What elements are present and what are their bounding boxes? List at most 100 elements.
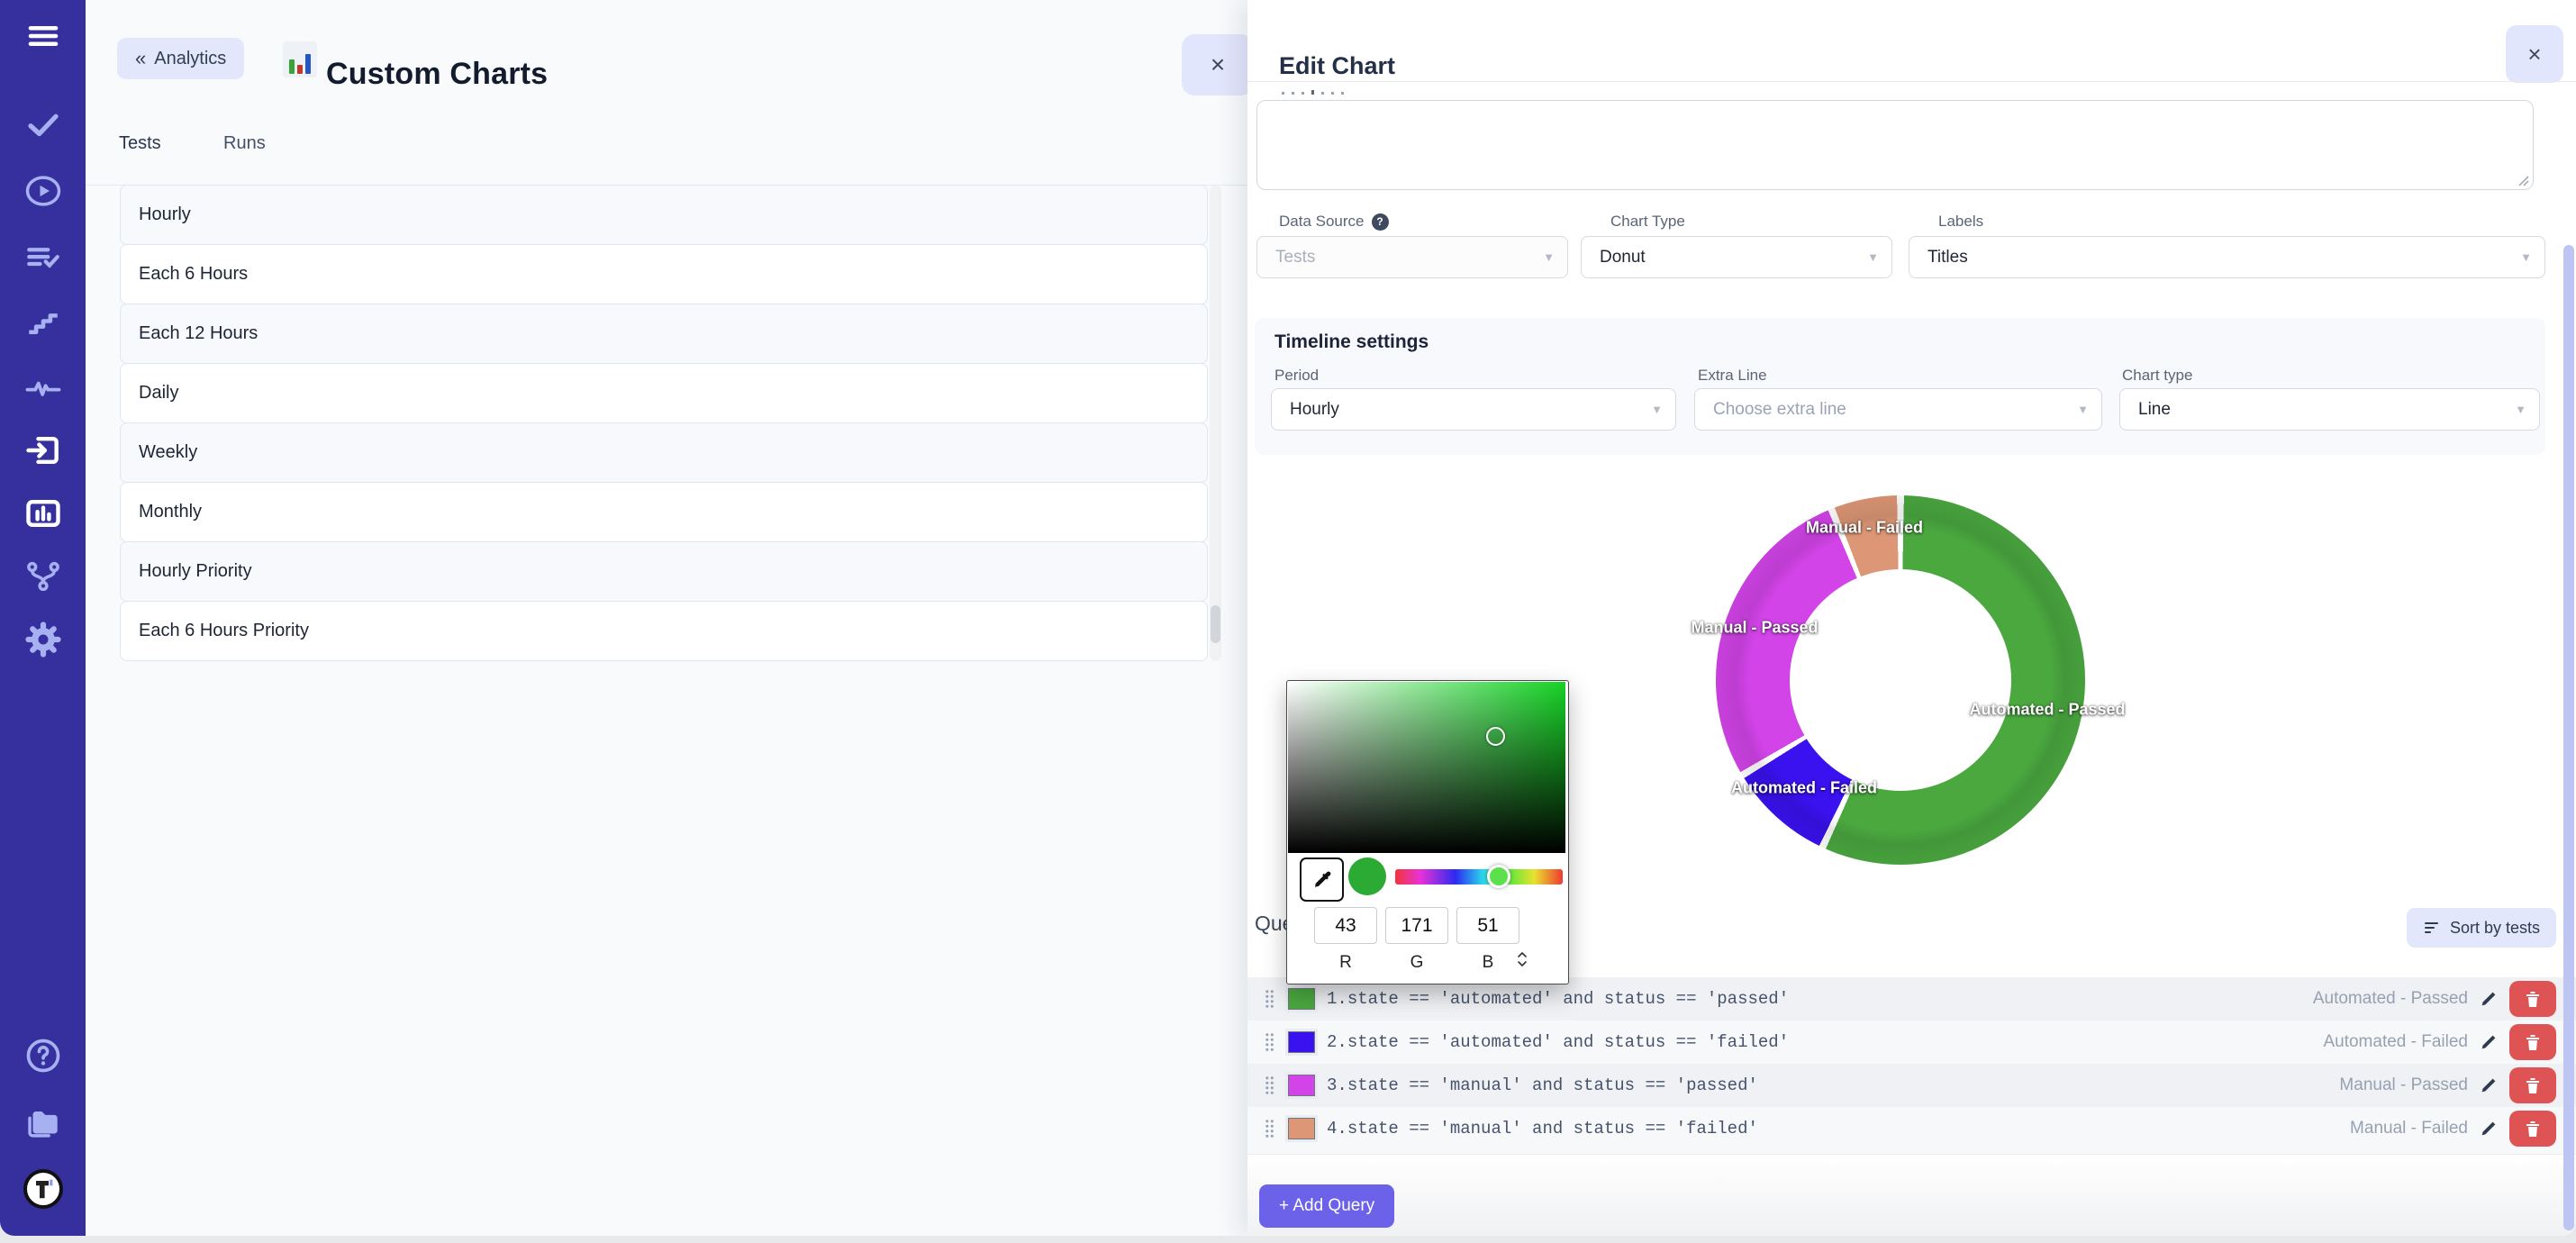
sidebar-item-import[interactable] xyxy=(0,425,86,476)
donut-label-automated-passed: Automated - Passed xyxy=(1969,701,2125,720)
timeline-chart-type-select[interactable]: Line▼ xyxy=(2119,388,2540,431)
chart-title-textarea[interactable] xyxy=(1256,100,2534,190)
edit-query-button[interactable] xyxy=(2479,989,2499,1009)
tab-runs[interactable]: Runs xyxy=(223,133,266,154)
query-expression[interactable]: 1.state == 'automated' and status == 'pa… xyxy=(1327,989,1789,1009)
sidebar-item-help[interactable] xyxy=(0,1030,86,1081)
blue-input[interactable] xyxy=(1456,907,1519,944)
pencil-icon xyxy=(2479,1119,2499,1139)
menu-icon[interactable] xyxy=(0,0,86,72)
select-value: Titles xyxy=(1927,248,1968,268)
hue-slider-thumb[interactable] xyxy=(1487,865,1510,888)
panel-scrollbar-thumb[interactable] xyxy=(2563,245,2574,1230)
pencil-icon xyxy=(2479,1032,2499,1052)
list-item[interactable]: Weekly xyxy=(120,422,1208,483)
query-expression[interactable]: 2.state == 'automated' and status == 'fa… xyxy=(1327,1032,1789,1052)
query-color-swatch[interactable] xyxy=(1285,1115,1318,1142)
query-color-swatch[interactable] xyxy=(1285,1029,1318,1056)
extra-line-select[interactable]: Choose extra line▼ xyxy=(1694,388,2102,431)
query-color-swatch[interactable] xyxy=(1285,1072,1318,1099)
back-to-analytics-button[interactable]: « Analytics xyxy=(117,38,244,79)
sidebar-item-projects[interactable] xyxy=(0,1099,86,1149)
timeline-chart-type-label: Chart type xyxy=(2122,367,2192,385)
list-check-icon xyxy=(24,239,62,277)
saturation-cursor[interactable] xyxy=(1486,727,1505,746)
blue-label: B xyxy=(1456,953,1519,973)
period-label: Period xyxy=(1274,367,1319,385)
timeline-settings-heading: Timeline settings xyxy=(1274,331,1429,353)
green-input[interactable] xyxy=(1385,907,1448,944)
sidebar-item-branches[interactable] xyxy=(0,551,86,602)
list-item-label: Weekly xyxy=(139,442,197,463)
chart-type-select[interactable]: Donut ▼ xyxy=(1581,236,1892,278)
list-scrollbar-track[interactable] xyxy=(1210,186,1221,661)
help-icon[interactable]: ? xyxy=(1372,213,1389,231)
tab-tests[interactable]: Tests xyxy=(119,133,161,154)
list-item[interactable]: Daily xyxy=(120,363,1208,423)
header-divider xyxy=(1247,81,2576,82)
list-item[interactable]: Hourly Priority xyxy=(120,541,1208,602)
edit-query-button[interactable] xyxy=(2479,1075,2499,1095)
list-item[interactable]: Each 6 Hours xyxy=(120,244,1208,304)
add-query-button[interactable]: + Add Query xyxy=(1259,1184,1394,1228)
drag-handle-icon[interactable] xyxy=(1262,989,1276,1009)
edit-query-button[interactable] xyxy=(2479,1032,2499,1052)
list-item[interactable]: Hourly xyxy=(120,185,1208,245)
color-picker-popup: R G B xyxy=(1286,680,1569,984)
donut-chart-container: Manual - Failed Manual - Passed Automate… xyxy=(1716,495,2085,865)
select-value: Hourly xyxy=(1290,400,1339,420)
saturation-area[interactable] xyxy=(1288,682,1565,853)
folder-icon xyxy=(23,1103,64,1145)
timeline-settings-card: Timeline settings Period Extra Line Char… xyxy=(1255,318,2545,455)
trash-icon xyxy=(2525,1076,2541,1094)
red-input[interactable] xyxy=(1314,907,1377,944)
drag-handle-icon[interactable] xyxy=(1262,1075,1276,1095)
delete-query-button[interactable] xyxy=(2509,1067,2556,1103)
panel-footer xyxy=(1247,1154,2576,1236)
sidebar-item-tests[interactable] xyxy=(0,99,86,150)
sort-icon xyxy=(2423,920,2441,936)
sidebar-item-milestones[interactable] xyxy=(0,299,86,349)
app-logo[interactable] xyxy=(0,1164,86,1214)
sidebar-item-settings[interactable] xyxy=(0,614,86,665)
color-mode-toggle[interactable] xyxy=(1517,951,1528,967)
data-source-select[interactable]: Tests▼ xyxy=(1256,236,1568,278)
drag-handle-icon[interactable] xyxy=(1262,1119,1276,1139)
sidebar xyxy=(0,0,86,1236)
add-query-label: + Add Query xyxy=(1279,1196,1374,1216)
sidebar-item-plans[interactable] xyxy=(0,232,86,283)
list-item[interactable]: Monthly xyxy=(120,482,1208,542)
list-scrollbar-thumb[interactable] xyxy=(1211,605,1220,643)
delete-query-button[interactable] xyxy=(2509,1024,2556,1060)
pulse-icon xyxy=(24,368,62,406)
clipped-label-remnant xyxy=(1282,90,1344,95)
edit-query-button[interactable] xyxy=(2479,1119,2499,1139)
query-expression[interactable]: 4.state == 'manual' and status == 'faile… xyxy=(1327,1119,1758,1139)
custom-charts-panel: « Analytics Custom Charts Tests Runs Hou… xyxy=(86,0,1247,1236)
list-item-label: Each 6 Hours Priority xyxy=(139,621,309,641)
chevron-down-icon: ▼ xyxy=(1867,250,1879,264)
drag-handle-icon[interactable] xyxy=(1262,1032,1276,1052)
select-value: Donut xyxy=(1600,248,1646,268)
period-select[interactable]: Hourly▼ xyxy=(1271,388,1676,431)
edit-chart-close-button[interactable]: × xyxy=(2506,25,2563,83)
delete-query-button[interactable] xyxy=(2509,981,2556,1017)
list-item[interactable]: Each 6 Hours Priority xyxy=(120,601,1208,661)
eyedropper-button[interactable] xyxy=(1300,857,1344,902)
panel-close-button[interactable]: × xyxy=(1182,34,1254,95)
sort-by-tests-button[interactable]: Sort by tests xyxy=(2407,908,2556,948)
field-label-text: Data Source xyxy=(1279,213,1365,231)
query-color-swatch[interactable] xyxy=(1285,985,1318,1012)
trash-icon xyxy=(2525,1120,2541,1138)
delete-query-button[interactable] xyxy=(2509,1111,2556,1147)
green-label: G xyxy=(1385,953,1448,973)
hue-slider[interactable] xyxy=(1395,869,1563,885)
list-item-label: Daily xyxy=(139,383,178,404)
sidebar-item-runs[interactable] xyxy=(0,166,86,216)
list-item[interactable]: Each 12 Hours xyxy=(120,304,1208,364)
play-circle-icon xyxy=(24,172,62,210)
sidebar-item-custom-charts[interactable] xyxy=(0,488,86,539)
labels-select[interactable]: Titles▼ xyxy=(1909,236,2545,278)
query-expression[interactable]: 3.state == 'manual' and status == 'passe… xyxy=(1327,1075,1758,1095)
sidebar-item-analytics[interactable] xyxy=(0,362,86,413)
